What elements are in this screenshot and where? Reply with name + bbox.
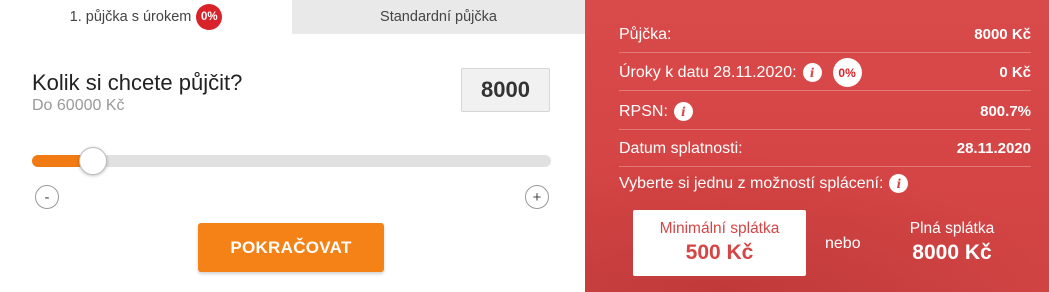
loan-calculator-panel: 1. půjčka s úrokem 0% Standardní půjčka … [0, 0, 585, 292]
tab-standard-loan[interactable]: Standardní půjčka [292, 0, 585, 34]
tab-standard-loan-label: Standardní půjčka [380, 9, 497, 25]
loan-type-tabs: 1. půjčka s úrokem 0% Standardní půjčka [0, 0, 585, 34]
summary-row-interest: Úroky k datu 28.11.2020: i 0% 0 Kč [619, 55, 1031, 91]
or-label: nebo [825, 235, 861, 252]
due-label: Datum splatnosti: [619, 139, 743, 157]
amount-input[interactable]: 8000 [461, 68, 550, 112]
rpsn-value: 800.7% [980, 103, 1031, 120]
summary-row-loan: Půjčka: 8000 Kč [619, 17, 1031, 53]
decrease-button[interactable]: - [35, 185, 59, 209]
amount-slider[interactable] [32, 147, 551, 175]
minimum-repayment-option[interactable]: Minimální splátka 500 Kč [633, 210, 806, 276]
amount-limit: Do 60000 Kč [32, 97, 125, 114]
info-icon[interactable]: i [889, 174, 909, 193]
repayment-choice-label: Vyberte si jednu z možností splácení: [619, 174, 884, 192]
tab-interest-loan-label: 1. půjčka s úrokem [69, 9, 192, 25]
interest-value: 0 Kč [999, 64, 1031, 81]
rpsn-label: RPSN: [619, 102, 668, 120]
loan-label: Půjčka: [619, 25, 672, 43]
summary-row-due-date: Datum splatnosti: 28.11.2020 [619, 131, 1031, 167]
full-repayment-title: Plná splátka [909, 220, 995, 237]
zero-percent-badge: 0% [196, 4, 223, 30]
minimum-repayment-value: 500 Kč [685, 241, 754, 264]
full-repayment-option[interactable]: Plná splátka 8000 Kč [885, 210, 1019, 276]
slider-handle[interactable] [79, 147, 107, 175]
full-repayment-value: 8000 Kč [912, 241, 992, 264]
continue-button[interactable]: POKRAČOVAT [198, 223, 384, 272]
due-value: 28.11.2020 [956, 140, 1031, 157]
increase-button[interactable]: + [525, 185, 549, 209]
interest-label-group: Úroky k datu 28.11.2020: i 0% [619, 58, 862, 87]
summary-row-rpsn: RPSN: i 800.7% [619, 94, 1031, 130]
zero-percent-badge: 0% [832, 58, 862, 87]
amount-question: Kolik si chcete půjčit? [32, 70, 243, 95]
info-icon[interactable]: i [802, 63, 822, 82]
repayment-choice-prompt: Vyberte si jednu z možností splácení: i [619, 174, 909, 193]
loan-value: 8000 Kč [974, 26, 1031, 43]
info-icon[interactable]: i [673, 102, 693, 121]
minimum-repayment-title: Minimální splátka [659, 220, 780, 237]
interest-label: Úroky k datu 28.11.2020: [619, 63, 797, 81]
loan-summary-panel: Půjčka: 8000 Kč Úroky k datu 28.11.2020:… [585, 0, 1049, 292]
tab-interest-loan[interactable]: 1. půjčka s úrokem 0% [0, 0, 292, 34]
rpsn-label-group: RPSN: i [619, 102, 693, 121]
